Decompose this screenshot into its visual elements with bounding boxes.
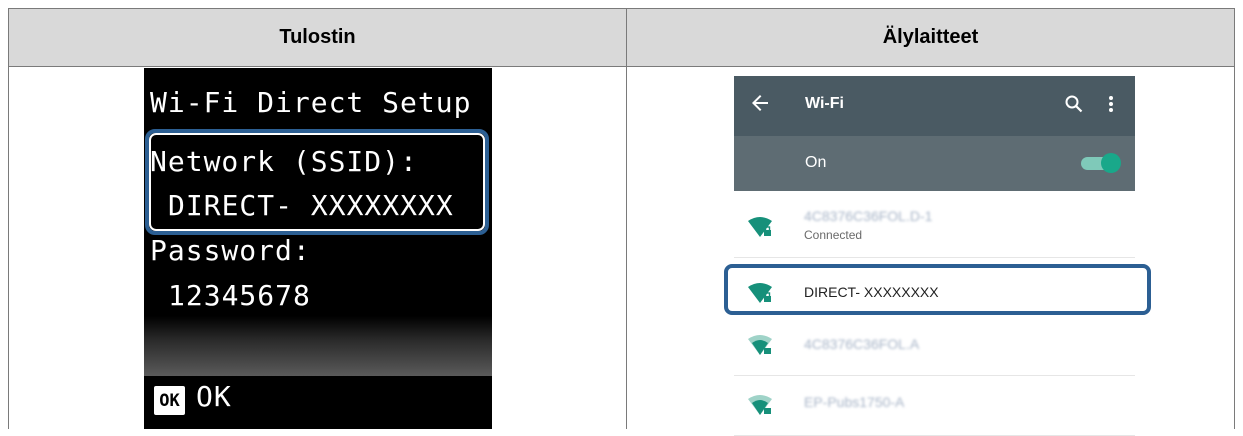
lcd-password-value: 12345678	[168, 279, 311, 312]
back-arrow-icon[interactable]	[748, 91, 772, 115]
network-name: 4C8376C36FOL.A	[804, 336, 920, 352]
table-header-row: Tulostin Älylaitteet	[9, 9, 1234, 67]
ok-key-icon[interactable]: OK	[154, 386, 185, 415]
wifi-lock-icon	[747, 215, 773, 239]
ssid-highlight-frame	[145, 129, 489, 235]
lcd-title: Wi-Fi Direct Setup	[150, 86, 472, 119]
header-printer: Tulostin	[279, 26, 356, 48]
network-row[interactable]: 4C8376C36FOL.A	[734, 316, 1135, 376]
more-vert-icon[interactable]	[1108, 94, 1114, 114]
printer-lcd-screen: Wi-Fi Direct Setup Network (SSID): DIREC…	[144, 68, 492, 429]
direct-network-highlight-frame	[724, 264, 1151, 315]
network-row[interactable]: EP-Pubs1750-A	[734, 376, 1135, 436]
lcd-ok-label: OK	[196, 380, 232, 413]
app-bar: Wi-Fi	[734, 76, 1135, 136]
search-icon[interactable]	[1064, 94, 1084, 114]
network-row[interactable]: 4C8376C36FOL.D-1 Connected	[734, 198, 1135, 258]
wifi-toggle-bar: On	[734, 136, 1135, 191]
lcd-password-label: Password:	[150, 234, 311, 267]
network-name: 4C8376C36FOL.D-1	[804, 208, 933, 224]
phone-wifi-screen: Wi-Fi On 4C8376C36FOL.D-1 Connected DIRE…	[734, 76, 1135, 436]
network-name: EP-Pubs1750-A	[804, 394, 905, 410]
lcd-gradient-band	[144, 316, 492, 376]
network-status: Connected	[804, 228, 863, 242]
screen-title: Wi-Fi	[805, 95, 844, 112]
wifi-toggle-switch[interactable]	[1081, 153, 1121, 173]
column-divider	[626, 9, 627, 429]
toggle-label: On	[805, 154, 827, 171]
wifi-lock-icon	[747, 393, 773, 417]
header-smart-devices: Älylaitteet	[882, 26, 979, 48]
wifi-lock-icon	[747, 333, 773, 357]
